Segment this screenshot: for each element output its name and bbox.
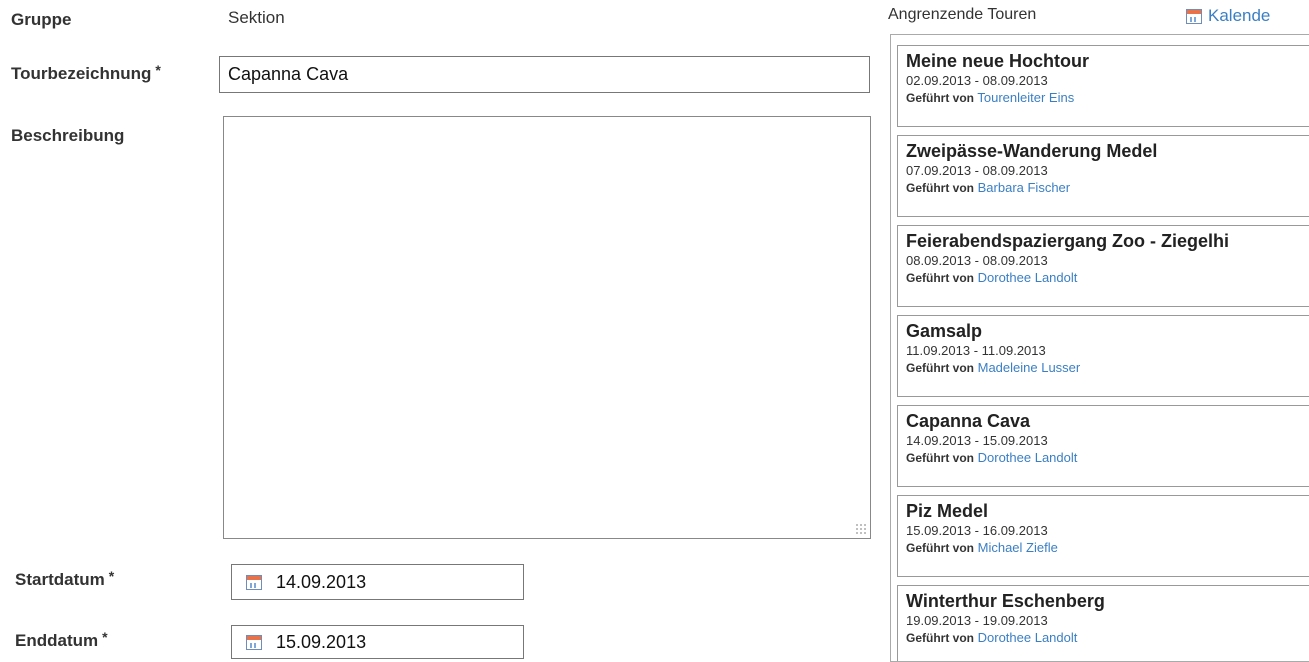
tour-dates: 07.09.2013 - 08.09.2013	[906, 163, 1048, 178]
tour-leader-link[interactable]: Madeleine Lusser	[978, 360, 1081, 375]
tourbezeichnung-label: Tourbezeichnung *	[11, 62, 161, 84]
tour-card[interactable]: Zweipässe-Wanderung Medel 07.09.2013 - 0…	[897, 135, 1309, 217]
tour-leader-link[interactable]: Dorothee Landolt	[978, 450, 1078, 465]
tour-list: Meine neue Hochtour 02.09.2013 - 08.09.2…	[890, 34, 1309, 662]
tour-leader-line: Geführt von Tourenleiter Eins	[906, 90, 1309, 106]
led-by-label: Geführt von	[906, 181, 974, 195]
sidebar-title: Angrenzende Touren	[888, 6, 1037, 23]
tour-dates: 19.09.2013 - 19.09.2013	[906, 613, 1048, 628]
calendar-icon[interactable]	[246, 574, 262, 590]
led-by-label: Geführt von	[906, 541, 974, 555]
required-marker: *	[108, 568, 115, 584]
required-marker: *	[155, 62, 161, 78]
tour-card[interactable]: Capanna Cava 14.09.2013 - 15.09.2013 Gef…	[897, 405, 1309, 487]
calendar-icon[interactable]	[246, 634, 262, 650]
startdatum-value[interactable]: 14.09.2013	[276, 572, 366, 593]
tour-leader-link[interactable]: Tourenleiter Eins	[977, 90, 1074, 105]
led-by-label: Geführt von	[906, 361, 974, 375]
tour-leader-link[interactable]: Michael Ziefle	[978, 540, 1058, 555]
tour-dates: 15.09.2013 - 16.09.2013	[906, 523, 1048, 538]
calendar-icon	[1186, 8, 1202, 24]
resize-grip-icon[interactable]	[855, 523, 867, 535]
tour-card[interactable]: Gamsalp 11.09.2013 - 11.09.2013 Geführt …	[897, 315, 1309, 397]
tour-dates: 08.09.2013 - 08.09.2013	[906, 253, 1048, 268]
tour-dates: 14.09.2013 - 15.09.2013	[906, 433, 1048, 448]
tour-dates: 11.09.2013 - 11.09.2013	[906, 343, 1046, 358]
led-by-label: Geführt von	[906, 451, 974, 465]
tour-leader-line: Geführt von Michael Ziefle	[906, 540, 1309, 556]
tour-leader-line: Geführt von Dorothee Landolt	[906, 630, 1309, 646]
tour-title[interactable]: Capanna Cava	[906, 410, 1309, 432]
calendar-link[interactable]: Kalende	[1186, 6, 1270, 26]
tour-card[interactable]: Meine neue Hochtour 02.09.2013 - 08.09.2…	[897, 45, 1309, 127]
tour-title[interactable]: Winterthur Eschenberg	[906, 590, 1309, 612]
led-by-label: Geführt von	[906, 91, 974, 105]
enddatum-label-text: Enddatum	[15, 631, 99, 650]
led-by-label: Geführt von	[906, 271, 974, 285]
beschreibung-textarea-wrap	[223, 116, 871, 539]
enddatum-value[interactable]: 15.09.2013	[276, 632, 366, 653]
tour-card[interactable]: Feierabendspaziergang Zoo - Ziegelhi 08.…	[897, 225, 1309, 307]
tour-dates: 02.09.2013 - 08.09.2013	[906, 73, 1048, 88]
tourbezeichnung-input[interactable]	[219, 56, 870, 93]
tour-leader-link[interactable]: Barbara Fischer	[978, 180, 1070, 195]
tour-title[interactable]: Piz Medel	[906, 500, 1309, 522]
tour-leader-link[interactable]: Dorothee Landolt	[978, 270, 1078, 285]
led-by-label: Geführt von	[906, 631, 974, 645]
startdatum-field[interactable]: 14.09.2013	[231, 564, 524, 600]
calendar-link-label[interactable]: Kalende	[1208, 6, 1270, 26]
enddatum-field[interactable]: 15.09.2013	[231, 625, 524, 659]
enddatum-label: Enddatum *	[15, 629, 108, 651]
tour-leader-line: Geführt von Dorothee Landolt	[906, 270, 1309, 286]
gruppe-value: Sektion	[228, 8, 285, 27]
tour-leader-line: Geführt von Dorothee Landolt	[906, 450, 1309, 466]
startdatum-label: Startdatum *	[15, 568, 115, 590]
beschreibung-label: Beschreibung	[11, 126, 125, 145]
startdatum-label-text: Startdatum	[15, 570, 105, 589]
tourbezeichnung-label-text: Tourbezeichnung	[11, 64, 152, 83]
tour-title[interactable]: Meine neue Hochtour	[906, 50, 1309, 72]
tour-leader-line: Geführt von Barbara Fischer	[906, 180, 1309, 196]
tour-title[interactable]: Feierabendspaziergang Zoo - Ziegelhi	[906, 230, 1309, 252]
tour-card[interactable]: Winterthur Eschenberg 19.09.2013 - 19.09…	[897, 585, 1309, 661]
gruppe-label: Gruppe	[11, 10, 72, 29]
beschreibung-textarea[interactable]	[223, 116, 871, 539]
tour-leader-line: Geführt von Madeleine Lusser	[906, 360, 1309, 376]
tour-title[interactable]: Gamsalp	[906, 320, 1309, 342]
tour-title[interactable]: Zweipässe-Wanderung Medel	[906, 140, 1309, 162]
tour-leader-link[interactable]: Dorothee Landolt	[978, 630, 1078, 645]
tour-card[interactable]: Piz Medel 15.09.2013 - 16.09.2013 Geführ…	[897, 495, 1309, 577]
required-marker: *	[102, 629, 108, 645]
